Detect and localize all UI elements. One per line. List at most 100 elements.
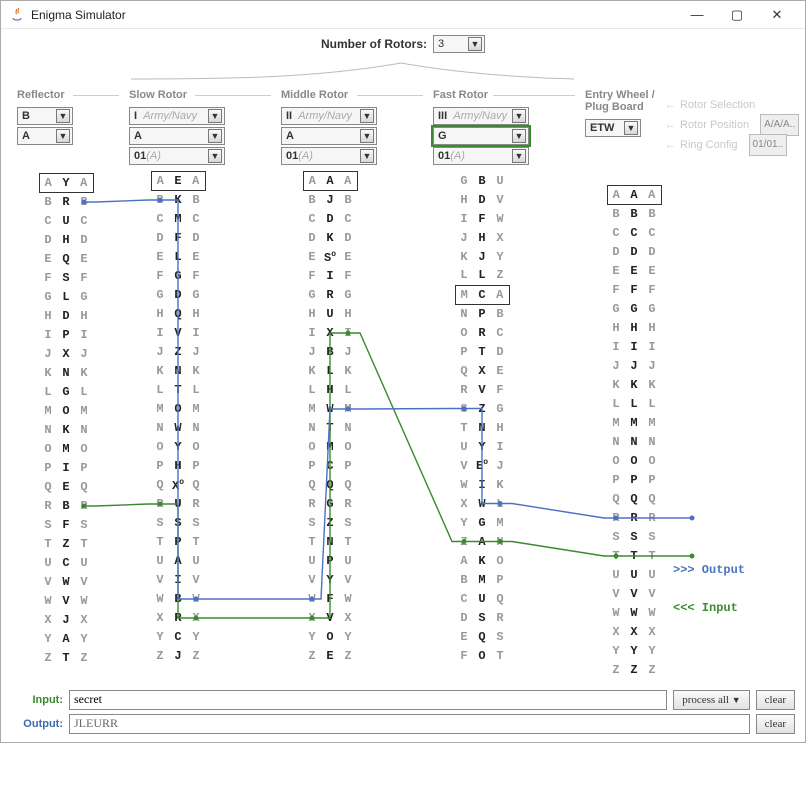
table-row: ORC xyxy=(433,323,531,342)
chevron-down-icon: ▼ xyxy=(624,121,638,135)
col-entry: Entry Wheel /Plug Board ETW▼ AAABBBCCCDD… xyxy=(579,83,699,684)
table-row: KLK xyxy=(281,362,379,381)
table-row: IVI xyxy=(129,324,227,343)
table-row: SFS xyxy=(17,516,115,535)
table-row: ZEZ xyxy=(281,647,379,666)
arrow-left-icon: ← xyxy=(665,95,676,115)
table-row: YGM xyxy=(433,513,531,532)
slow-pos-select[interactable]: A▼ xyxy=(129,127,225,145)
label-ring-config: Ring Config xyxy=(680,135,737,155)
process-all-button[interactable]: process all ▼ xyxy=(673,690,749,710)
titlebar: Enigma Simulator — ▢ ✕ xyxy=(1,1,805,29)
table-row: PPP xyxy=(585,471,683,490)
table-row: ZAN xyxy=(433,532,531,551)
clear-output-button[interactable]: clear xyxy=(756,714,795,734)
middle-pos-select[interactable]: A▼ xyxy=(281,127,377,145)
table-row: MCA xyxy=(433,285,531,304)
middle-rotor-select[interactable]: II Army/Navy▼ xyxy=(281,107,377,125)
table-row: DKD xyxy=(281,229,379,248)
table-row: KJY xyxy=(433,247,531,266)
table-row: IFW xyxy=(433,209,531,228)
entry-wheel-select[interactable]: ETW▼ xyxy=(585,119,641,137)
brace-icon xyxy=(11,57,795,85)
table-row: VEoJ xyxy=(433,456,531,475)
rotor-count-select[interactable]: 3▼ xyxy=(433,35,485,53)
table-row: UAU xyxy=(129,552,227,571)
table-row: QEQ xyxy=(17,478,115,497)
table-row: PHP xyxy=(129,457,227,476)
table-row: WVW xyxy=(17,592,115,611)
table-row: AYA xyxy=(17,174,115,193)
maximize-button[interactable]: ▢ xyxy=(717,3,757,27)
minimize-button[interactable]: — xyxy=(677,3,717,27)
table-row: DSR xyxy=(433,608,531,627)
table-row: FIF xyxy=(281,267,379,286)
reflector-table: AYABRBCUCDHDEQEFSFGLGHDHIPIJXJKNKLGLMOMN… xyxy=(17,173,115,668)
fast-rotor-select[interactable]: III Army/Navy▼ xyxy=(433,107,529,125)
output-field xyxy=(69,714,750,734)
table-row: OMO xyxy=(17,440,115,459)
input-annotation: <<< Input xyxy=(673,601,738,615)
table-row: FGF xyxy=(129,267,227,286)
col-fast: Fast Rotor III Army/Navy▼ G▼ 01 (A)▼ GBU… xyxy=(427,83,579,684)
input-field[interactable] xyxy=(69,690,667,710)
table-row: ZJZ xyxy=(129,647,227,666)
tag-ring-config[interactable]: 01/01.. xyxy=(749,134,788,156)
col-slow: Slow Rotor I Army/Navy▼ A▼ 01 (A)▼ AEABK… xyxy=(123,83,275,684)
col-middle: Middle Rotor II Army/Navy▼ A▼ 01 (A)▼ AA… xyxy=(275,83,427,684)
table-row: KNK xyxy=(17,364,115,383)
table-row: JHX xyxy=(433,228,531,247)
tag-rotor-position[interactable]: A/A/A.. xyxy=(760,114,799,136)
output-annotation: >>> Output xyxy=(673,563,745,577)
table-row: FFF xyxy=(585,281,683,300)
table-row: QQQ xyxy=(585,490,683,509)
input-label: Input: xyxy=(11,694,63,706)
table-row: WWW xyxy=(585,604,683,623)
table-row: PCP xyxy=(281,457,379,476)
chevron-down-icon: ▼ xyxy=(56,129,70,143)
close-button[interactable]: ✕ xyxy=(757,3,797,27)
table-row: WIK xyxy=(433,475,531,494)
table-row: VYV xyxy=(281,571,379,590)
fast-table: GBUHDVIFWJHXKJYLLZMCANPBORCPTDQXERVFSZGT… xyxy=(433,171,531,665)
arrow-left-icon: ← xyxy=(665,135,676,155)
table-row: UCU xyxy=(17,554,115,573)
window-title: Enigma Simulator xyxy=(31,8,677,22)
table-row: FOT xyxy=(433,646,531,665)
table-row: YOY xyxy=(281,628,379,647)
slow-rotor-select[interactable]: I Army/Navy▼ xyxy=(129,107,225,125)
table-row: ZTZ xyxy=(17,649,115,668)
table-row: QXE xyxy=(433,361,531,380)
table-row: TNH xyxy=(433,418,531,437)
chevron-down-icon: ▼ xyxy=(732,695,741,705)
slow-ring-select[interactable]: 01 (A)▼ xyxy=(129,147,225,165)
table-row: GRG xyxy=(281,286,379,305)
table-row: SSS xyxy=(585,528,683,547)
chevron-down-icon: ▼ xyxy=(512,129,526,143)
table-row: LTL xyxy=(129,381,227,400)
table-row: OOO xyxy=(585,452,683,471)
middle-ring-select[interactable]: 01 (A)▼ xyxy=(281,147,377,165)
fast-pos-select[interactable]: G▼ xyxy=(433,127,529,145)
table-row: NTN xyxy=(281,419,379,438)
table-row: JBJ xyxy=(281,343,379,362)
chevron-down-icon: ▼ xyxy=(512,149,526,163)
table-row: MWM xyxy=(281,400,379,419)
table-row: YYY xyxy=(585,642,683,661)
table-row: DFD xyxy=(129,229,227,248)
reflector-pos-select[interactable]: A▼ xyxy=(17,127,73,145)
table-row: HUH xyxy=(281,305,379,324)
fast-ring-select[interactable]: 01 (A)▼ xyxy=(433,147,529,165)
table-row: BJB xyxy=(281,191,379,210)
reflector-type-select[interactable]: B▼ xyxy=(17,107,73,125)
table-row: AAA xyxy=(585,186,683,205)
table-row: TTT xyxy=(585,547,683,566)
chevron-down-icon: ▼ xyxy=(208,109,222,123)
table-row: JXJ xyxy=(17,345,115,364)
table-row: EQS xyxy=(433,627,531,646)
table-row: UPU xyxy=(281,552,379,571)
middle-table: AAABJBCDCDKDESoEFIFGRGHUHIXIJBJKLKLHLMWM… xyxy=(281,171,379,666)
clear-input-button[interactable]: clear xyxy=(756,690,795,710)
table-row: NPB xyxy=(433,304,531,323)
table-row: ZZZ xyxy=(585,661,683,680)
